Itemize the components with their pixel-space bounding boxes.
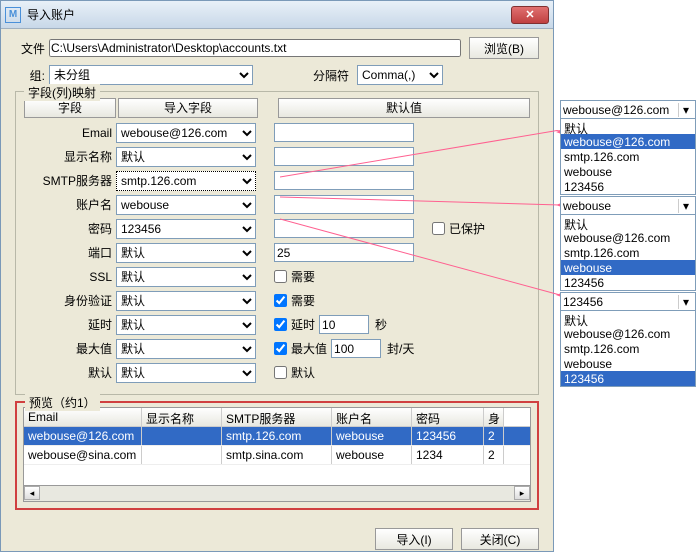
col-pwd[interactable]: 密码 [412, 408, 484, 426]
ssl-select[interactable]: 默认 [116, 267, 256, 287]
browse-button[interactable]: 浏览(B) [469, 37, 539, 59]
user-default[interactable] [274, 195, 414, 214]
list-item[interactable]: webouse@126.com [561, 134, 695, 149]
delay-unit: 秒 [375, 316, 387, 333]
list-item[interactable]: 123456 [561, 179, 695, 194]
smtp-select[interactable]: smtp.126.com [116, 171, 256, 191]
delim-select[interactable]: Comma(,) [357, 65, 443, 85]
smtp-label: SMTP服务器 [24, 172, 116, 189]
pwd-label: 密码 [24, 220, 116, 237]
max-label: 最大值 [24, 340, 116, 357]
hdr-default: 默认值 [278, 98, 530, 118]
port-default[interactable] [274, 243, 414, 262]
mapping-fieldset: 字段(列)映射 字段 导入字段 默认值 Emailwebouse@126.com… [15, 91, 539, 395]
close-button[interactable]: 关闭(C) [461, 528, 539, 550]
def-check[interactable] [274, 366, 287, 379]
scroll-right-icon[interactable]: ▸ [514, 486, 530, 500]
max-check-label: 最大值 [291, 340, 327, 357]
list-item[interactable]: 123456 [561, 371, 695, 386]
list-item[interactable]: webouse@126.com [561, 326, 695, 341]
delay-check[interactable] [274, 318, 287, 331]
file-input[interactable] [49, 39, 461, 57]
table-row[interactable]: webouse@sina.com smtp.sina.com webouse 1… [24, 446, 530, 465]
list-item[interactable]: webouse [561, 164, 695, 179]
email-default[interactable] [274, 123, 414, 142]
import-dialog: M 导入账户 ✕ 文件 浏览(B) 组: 未分组 分隔符 Comma(,) 字段… [0, 0, 554, 552]
dropdown-pwd-sample[interactable]: 123456▾ 默认 webouse@126.com smtp.126.com … [560, 292, 696, 387]
delim-label: 分隔符 [313, 67, 353, 84]
list-item[interactable]: webouse@126.com [561, 230, 695, 245]
hdr-import: 导入字段 [118, 98, 258, 118]
chevron-down-icon[interactable]: ▾ [678, 103, 693, 117]
list-item[interactable]: 默认 [561, 215, 695, 230]
ssl-check-label: 需要 [291, 268, 315, 285]
pwd-protected-check[interactable] [432, 222, 445, 235]
def-select[interactable]: 默认 [116, 363, 256, 383]
auth-label: 身份验证 [24, 292, 116, 309]
dropdown-smtp-sample[interactable]: webouse@126.com▾ 默认 webouse@126.com smtp… [560, 100, 696, 195]
pwd-select[interactable]: 123456 [116, 219, 256, 239]
group-select[interactable]: 未分组 [49, 65, 253, 85]
def-label: 默认 [24, 364, 116, 381]
max-select[interactable]: 默认 [116, 339, 256, 359]
list-item[interactable]: webouse [561, 356, 695, 371]
hdr-field: 字段 [24, 98, 116, 118]
file-label: 文件 [15, 40, 49, 57]
mapping-legend: 字段(列)映射 [24, 84, 100, 101]
user-select[interactable]: webouse [116, 195, 256, 215]
delay-check-label: 延时 [291, 316, 315, 333]
disp-label: 显示名称 [24, 148, 116, 165]
list-item[interactable]: smtp.126.com [561, 245, 695, 260]
list-item[interactable]: smtp.126.com [561, 149, 695, 164]
app-icon: M [5, 7, 21, 23]
port-select[interactable]: 默认 [116, 243, 256, 263]
email-label: Email [24, 126, 116, 140]
list-item[interactable]: webouse [561, 260, 695, 275]
chevron-down-icon[interactable]: ▾ [678, 295, 693, 309]
scroll-left-icon[interactable]: ◂ [24, 486, 40, 500]
list-item[interactable]: 123456 [561, 275, 695, 290]
titlebar: M 导入账户 ✕ [1, 1, 553, 29]
delay-label: 延时 [24, 316, 116, 333]
delay-num[interactable] [319, 315, 369, 334]
ssl-check[interactable] [274, 270, 287, 283]
disp-default[interactable] [274, 147, 414, 166]
scrollbar-horizontal[interactable]: ◂ ▸ [23, 486, 531, 502]
table-row[interactable]: webouse@126.com smtp.126.com webouse 123… [24, 427, 530, 446]
max-unit: 封/天 [387, 340, 414, 357]
preview-table: Email 显示名称 SMTP服务器 账户名 密码 身 webouse@126.… [23, 407, 531, 486]
auth-select[interactable]: 默认 [116, 291, 256, 311]
ssl-label: SSL [24, 270, 116, 284]
close-icon[interactable]: ✕ [511, 6, 549, 24]
preview-legend: 预览（约1） [25, 394, 100, 411]
col-user[interactable]: 账户名 [332, 408, 412, 426]
port-label: 端口 [24, 244, 116, 261]
auth-check-label: 需要 [291, 292, 315, 309]
pwd-default[interactable] [274, 219, 414, 238]
list-item[interactable]: 默认 [561, 311, 695, 326]
list-item[interactable]: smtp.126.com [561, 341, 695, 356]
dropdown-user-sample[interactable]: webouse ▾ 默认 webouse@126.com smtp.126.com… [560, 196, 696, 291]
list-item[interactable]: 默认 [561, 119, 695, 134]
group-label: 组: [15, 67, 49, 84]
col-smtp[interactable]: SMTP服务器 [222, 408, 332, 426]
chevron-down-icon[interactable]: ▾ [678, 199, 693, 213]
email-select[interactable]: webouse@126.com [116, 123, 256, 143]
col-extra[interactable]: 身 [484, 408, 504, 426]
pwd-protected-label: 已保护 [449, 220, 485, 237]
smtp-default[interactable] [274, 171, 414, 190]
import-button[interactable]: 导入(I) [375, 528, 453, 550]
col-disp[interactable]: 显示名称 [142, 408, 222, 426]
max-num[interactable] [331, 339, 381, 358]
auth-check[interactable] [274, 294, 287, 307]
def-check-label: 默认 [291, 364, 315, 381]
max-check[interactable] [274, 342, 287, 355]
delay-select[interactable]: 默认 [116, 315, 256, 335]
user-label: 账户名 [24, 196, 116, 213]
preview-box: 预览（约1） Email 显示名称 SMTP服务器 账户名 密码 身 webou… [15, 401, 539, 510]
window-title: 导入账户 [27, 6, 511, 23]
disp-select[interactable]: 默认 [116, 147, 256, 167]
